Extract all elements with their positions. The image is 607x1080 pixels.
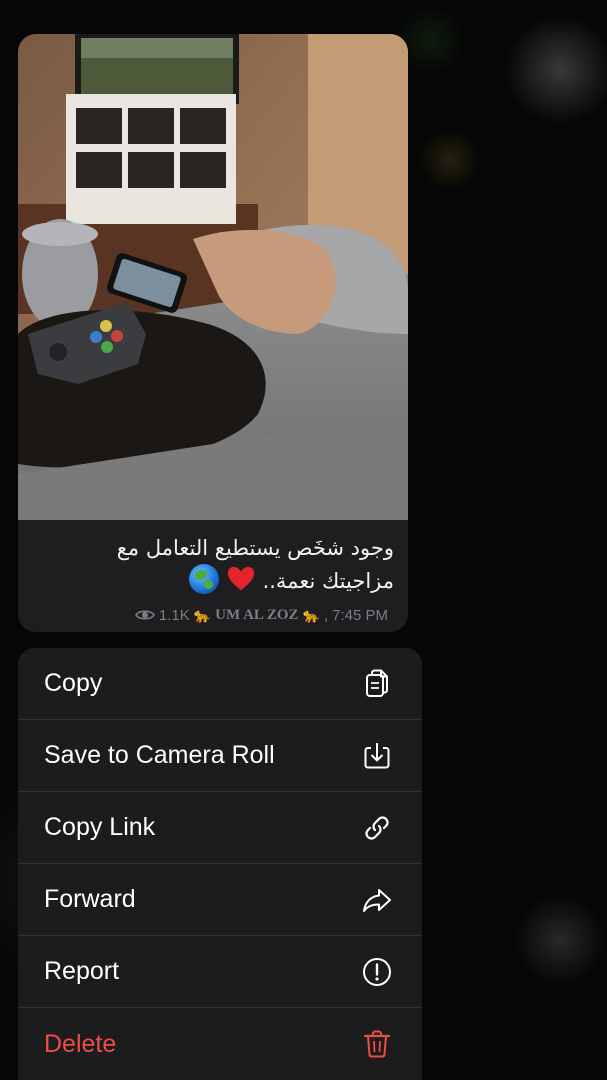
menu-item-save-to-camera-roll[interactable]: Save to Camera Roll [18, 720, 422, 792]
forward-arrow-icon [363, 888, 391, 912]
menu-item-label: Save to Camera Roll [44, 741, 275, 769]
menu-item-label: Delete [44, 1029, 117, 1058]
leopard-emoji-icon: 🐆 [302, 606, 320, 623]
leopard-emoji-icon: 🐆 [193, 606, 212, 623]
caption-line-2: مزاجيتك نعمة.. [32, 564, 394, 597]
menu-item-forward[interactable]: Forward [18, 864, 422, 936]
views-count: 1.1K [158, 606, 190, 624]
photo-image [18, 34, 408, 520]
channel-name: UM AL ZOZ [215, 606, 299, 623]
menu-item-copy-link[interactable]: Copy Link [18, 792, 422, 864]
report-exclamation-icon [363, 957, 391, 986]
menu-item-delete[interactable]: Delete [18, 1008, 422, 1080]
message-photo[interactable] [18, 34, 408, 520]
meta-separator: , [323, 606, 329, 624]
context-menu: Copy Save to Camera Roll Copy Link Forwa… [18, 648, 422, 1080]
menu-item-label: Copy Link [44, 813, 156, 841]
caption-line-2-text: مزاجيتك نعمة.. [262, 569, 394, 593]
menu-item-report[interactable]: Report [18, 936, 422, 1008]
message-bubble[interactable]: وجود شخَص يستطيع التعامل مع مزاجيتك نعمة… [18, 34, 408, 632]
message-meta: 1.1K 🐆 UM AL ZOZ 🐆 , 7:45 PM [134, 605, 388, 625]
message-caption: وجود شخَص يستطيع التعامل مع مزاجيتك نعمة… [32, 532, 394, 597]
menu-item-copy[interactable]: Copy [18, 648, 422, 720]
views-eye-icon [134, 610, 155, 620]
caption-line-1: وجود شخَص يستطيع التعامل مع [116, 536, 394, 560]
link-icon [365, 815, 389, 840]
menu-item-label: Report [44, 957, 120, 985]
menu-item-label: Copy [44, 669, 103, 697]
save-download-icon [364, 742, 390, 768]
copy-icon [366, 669, 388, 697]
message-time: 7:45 PM [332, 606, 388, 624]
red-heart-icon [227, 566, 254, 591]
menu-item-label: Forward [44, 885, 136, 913]
trash-icon [363, 1030, 391, 1058]
globe-icon [189, 564, 220, 594]
